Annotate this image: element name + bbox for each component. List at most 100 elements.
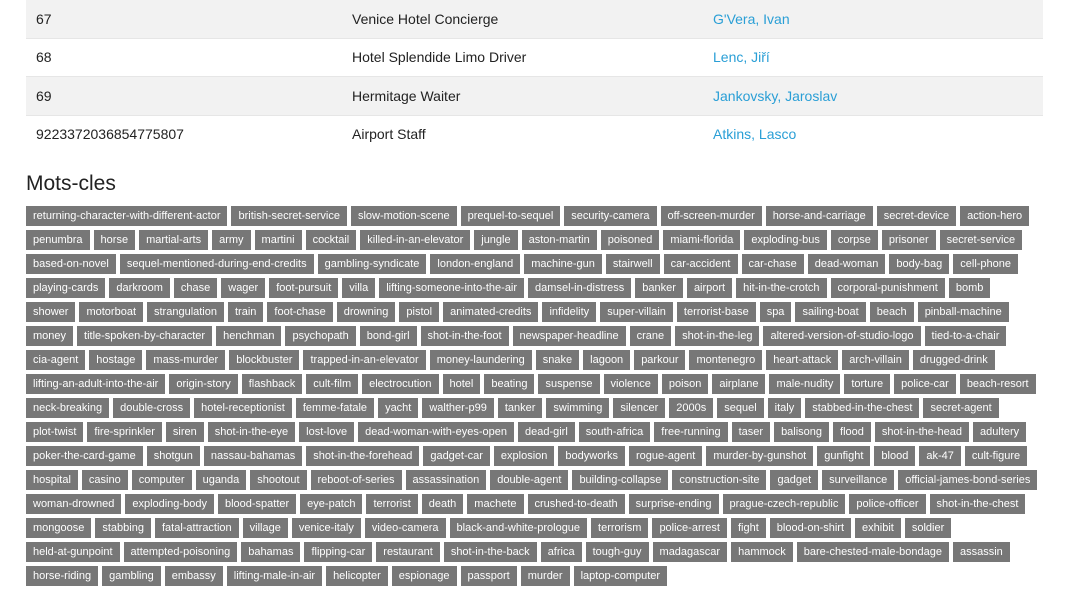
keyword-tag[interactable]: foot-chase: [267, 302, 333, 322]
keyword-tag[interactable]: stabbing: [95, 518, 151, 538]
keyword-tag[interactable]: blockbuster: [229, 350, 300, 370]
keyword-tag[interactable]: gambling-syndicate: [317, 254, 427, 274]
keyword-tag[interactable]: surprise-ending: [628, 494, 719, 514]
keyword-tag[interactable]: machete: [467, 494, 524, 514]
keyword-tag[interactable]: miami-florida: [663, 230, 741, 250]
keyword-tag[interactable]: male-nudity: [769, 374, 841, 394]
keyword-tag[interactable]: bare-chested-male-bondage: [796, 542, 949, 562]
keyword-tag[interactable]: siren: [165, 422, 204, 442]
keyword-tag[interactable]: arch-villain: [842, 350, 909, 370]
keyword-tag[interactable]: violence: [603, 374, 658, 394]
keyword-tag[interactable]: embassy: [164, 566, 223, 586]
keyword-tag[interactable]: cult-film: [306, 374, 359, 394]
keyword-tag[interactable]: double-cross: [113, 398, 191, 418]
keyword-tag[interactable]: shotgun: [146, 446, 200, 466]
keyword-tag[interactable]: blood-on-shirt: [769, 518, 852, 538]
keyword-tag[interactable]: video-camera: [364, 518, 446, 538]
keyword-tag[interactable]: flood: [833, 422, 871, 442]
keyword-tag[interactable]: fatal-attraction: [154, 518, 239, 538]
keyword-tag[interactable]: electrocution: [362, 374, 439, 394]
keyword-tag[interactable]: africa: [540, 542, 582, 562]
keyword-tag[interactable]: laptop-computer: [573, 566, 668, 586]
keyword-tag[interactable]: assassin: [952, 542, 1010, 562]
keyword-tag[interactable]: adultery: [973, 422, 1027, 442]
keyword-tag[interactable]: terrorism: [591, 518, 649, 538]
keyword-tag[interactable]: plot-twist: [26, 422, 84, 442]
keyword-tag[interactable]: prequel-to-sequel: [460, 206, 561, 226]
keyword-tag[interactable]: bahamas: [241, 542, 301, 562]
keyword-tag[interactable]: bond-girl: [359, 326, 417, 346]
keyword-tag[interactable]: tied-to-a-chair: [924, 326, 1007, 346]
keyword-tag[interactable]: mass-murder: [146, 350, 226, 370]
keyword-tag[interactable]: double-agent: [490, 470, 569, 490]
keyword-tag[interactable]: london-england: [430, 254, 521, 274]
keyword-tag[interactable]: money-laundering: [429, 350, 532, 370]
keyword-tag[interactable]: blood: [874, 446, 916, 466]
keyword-tag[interactable]: computer: [131, 470, 192, 490]
keyword-tag[interactable]: super-villain: [600, 302, 673, 322]
keyword-tag[interactable]: eye-patch: [300, 494, 363, 514]
keyword-tag[interactable]: fire-sprinkler: [87, 422, 162, 442]
keyword-tag[interactable]: poison: [661, 374, 709, 394]
keyword-tag[interactable]: hostage: [89, 350, 143, 370]
keyword-tag[interactable]: suspense: [538, 374, 600, 394]
keyword-tag[interactable]: shot-in-the-eye: [207, 422, 296, 442]
keyword-tag[interactable]: flipping-car: [304, 542, 373, 562]
keyword-tag[interactable]: blood-spatter: [217, 494, 297, 514]
actor-link[interactable]: G'Vera, Ivan: [713, 11, 790, 27]
keyword-tag[interactable]: neck-breaking: [26, 398, 110, 418]
keyword-tag[interactable]: damsel-in-distress: [528, 278, 632, 298]
keyword-tag[interactable]: infidelity: [542, 302, 597, 322]
keyword-tag[interactable]: terrorist: [366, 494, 418, 514]
keyword-tag[interactable]: shot-in-the-head: [874, 422, 970, 442]
keyword-tag[interactable]: 2000s: [669, 398, 714, 418]
keyword-tag[interactable]: money: [26, 326, 74, 346]
keyword-tag[interactable]: gadget: [770, 470, 819, 490]
keyword-tag[interactable]: tanker: [497, 398, 543, 418]
keyword-tag[interactable]: death: [421, 494, 464, 514]
keyword-tag[interactable]: exploding-body: [125, 494, 214, 514]
keyword-tag[interactable]: penumbra: [26, 230, 90, 250]
keyword-tag[interactable]: british-secret-service: [231, 206, 347, 226]
keyword-tag[interactable]: shot-in-the-chest: [929, 494, 1026, 514]
keyword-tag[interactable]: yacht: [378, 398, 419, 418]
keyword-tag[interactable]: lifting-someone-into-the-air: [379, 278, 525, 298]
keyword-tag[interactable]: newspaper-headline: [512, 326, 626, 346]
keyword-tag[interactable]: psychopath: [285, 326, 356, 346]
keyword-tag[interactable]: police-car: [894, 374, 956, 394]
keyword-tag[interactable]: gambling: [102, 566, 161, 586]
keyword-tag[interactable]: parkour: [634, 350, 686, 370]
keyword-tag[interactable]: soldier: [904, 518, 952, 538]
keyword-tag[interactable]: hit-in-the-crotch: [736, 278, 827, 298]
keyword-tag[interactable]: cell-phone: [953, 254, 1019, 274]
keyword-tag[interactable]: jungle: [474, 230, 518, 250]
keyword-tag[interactable]: slow-motion-scene: [350, 206, 457, 226]
keyword-tag[interactable]: gadget-car: [423, 446, 490, 466]
keyword-tag[interactable]: banker: [635, 278, 683, 298]
keyword-tag[interactable]: horse: [93, 230, 136, 250]
keyword-tag[interactable]: bodyworks: [558, 446, 625, 466]
keyword-tag[interactable]: prisoner: [881, 230, 936, 250]
keyword-tag[interactable]: airport: [686, 278, 733, 298]
keyword-tag[interactable]: construction-site: [672, 470, 767, 490]
keyword-tag[interactable]: official-james-bond-series: [898, 470, 1038, 490]
keyword-tag[interactable]: murder-by-gunshot: [706, 446, 814, 466]
keyword-tag[interactable]: based-on-novel: [26, 254, 116, 274]
keyword-tag[interactable]: restaurant: [376, 542, 440, 562]
keyword-tag[interactable]: beach: [869, 302, 914, 322]
keyword-tag[interactable]: wager: [221, 278, 266, 298]
keyword-tag[interactable]: mongoose: [26, 518, 92, 538]
keyword-tag[interactable]: tough-guy: [585, 542, 649, 562]
keyword-tag[interactable]: security-camera: [564, 206, 657, 226]
keyword-tag[interactable]: heart-attack: [766, 350, 839, 370]
keyword-tag[interactable]: martial-arts: [139, 230, 209, 250]
keyword-tag[interactable]: airplane: [712, 374, 766, 394]
keyword-tag[interactable]: shot-in-the-leg: [675, 326, 760, 346]
keyword-tag[interactable]: henchman: [216, 326, 282, 346]
keyword-tag[interactable]: hospital: [26, 470, 78, 490]
keyword-tag[interactable]: animated-credits: [443, 302, 539, 322]
keyword-tag[interactable]: lost-love: [299, 422, 355, 442]
keyword-tag[interactable]: returning-character-with-different-actor: [26, 206, 228, 226]
keyword-tag[interactable]: rogue-agent: [628, 446, 703, 466]
keyword-tag[interactable]: passport: [460, 566, 517, 586]
